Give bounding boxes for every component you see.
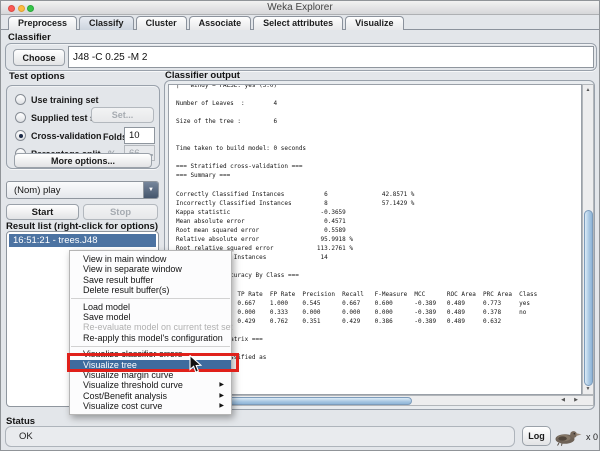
scroll-right-icon[interactable]: ▶ [570,396,582,405]
target-attribute-combobox[interactable]: (Nom) play ▼ [6,181,159,199]
red-highlight-annotation [67,353,239,372]
menu-item-save-result-buffer[interactable]: Save result buffer [70,275,231,285]
radio-use-training-set[interactable]: Use training set [15,93,99,106]
classifier-section-label: Classifier [8,32,51,43]
folds-input[interactable]: 10 [124,127,155,144]
submenu-arrow-icon: ▶ [219,380,224,390]
radio-supplied-test-set[interactable]: Supplied test set [15,111,103,124]
vertical-scrollbar[interactable]: ▲ ▼ [582,84,594,395]
submenu-arrow-icon: ▶ [219,401,224,411]
tab-cluster[interactable]: Cluster [136,16,187,30]
tab-preprocess[interactable]: Preprocess [8,16,77,30]
result-list-item[interactable]: 16:51:21 - trees.J48 [9,234,156,247]
radio-circle-icon [15,112,26,123]
tab-classify[interactable]: Classify [79,16,134,30]
menu-item-load-model[interactable]: Load model [70,302,231,312]
scroll-left-icon[interactable]: ◀ [557,396,569,405]
log-button[interactable]: Log [522,426,551,446]
stop-button[interactable]: Stop [83,204,158,220]
bird-counter: x 0 [586,432,598,442]
menu-item-visualize-threshold-curve[interactable]: Visualize threshold curve ▶ [70,380,231,390]
menu-separator [71,298,230,299]
menu-separator [71,346,230,347]
start-button[interactable]: Start [6,204,79,220]
test-options-title: Test options [9,71,65,82]
title-bar: Weka Explorer [1,1,599,15]
weka-explorer-window: Weka Explorer Preprocess Classify Cluste… [0,0,600,451]
menu-item-visualize-cost-curve[interactable]: Visualize cost curve ▶ [70,401,231,411]
tab-bar: Preprocess Classify Cluster Associate Se… [8,16,406,30]
menu-item-cost-benefit-analysis[interactable]: Cost/Benefit analysis ▶ [70,391,231,401]
scroll-up-icon[interactable]: ▲ [583,85,593,95]
radio-selected-icon [15,130,26,141]
weka-bird-icon [552,428,584,451]
set-test-set-button[interactable]: Set... [91,107,154,123]
vertical-scroll-thumb[interactable] [584,210,593,386]
classifier-group: Choose J48 -C 0.25 -M 2 [5,43,597,71]
tab-select-attributes[interactable]: Select attributes [253,16,343,30]
more-options-button[interactable]: More options... [14,153,152,168]
radio-circle-icon [15,94,26,105]
combobox-selected-value: (Nom) play [7,182,143,198]
window-title: Weka Explorer [1,2,599,13]
menu-item-view-in-separate-window[interactable]: View in separate window [70,264,231,274]
menu-item-delete-result-buffer[interactable]: Delete result buffer(s) [70,285,231,295]
chevron-down-icon: ▼ [143,182,158,198]
classifier-scheme-input[interactable]: J48 -C 0.25 -M 2 [68,46,594,68]
radio-cross-validation[interactable]: Cross-validation [15,129,102,142]
menu-item-save-model[interactable]: Save model [70,312,231,322]
tab-visualize[interactable]: Visualize [345,16,403,30]
result-context-menu: View in main window View in separate win… [69,250,232,415]
status-value: OK [19,431,33,442]
submenu-arrow-icon: ▶ [219,391,224,401]
menu-item-reevaluate-model: Re-evaluate model on current test set [70,322,231,332]
status-value-panel: OK [5,426,515,447]
mouse-cursor-icon [189,355,202,379]
tab-associate[interactable]: Associate [189,16,252,30]
scroll-down-icon[interactable]: ▼ [583,384,593,394]
menu-item-reapply-configuration[interactable]: Re-apply this model's configuration [70,333,231,343]
choose-classifier-button[interactable]: Choose [13,49,65,66]
menu-item-view-in-main-window[interactable]: View in main window [70,254,231,264]
